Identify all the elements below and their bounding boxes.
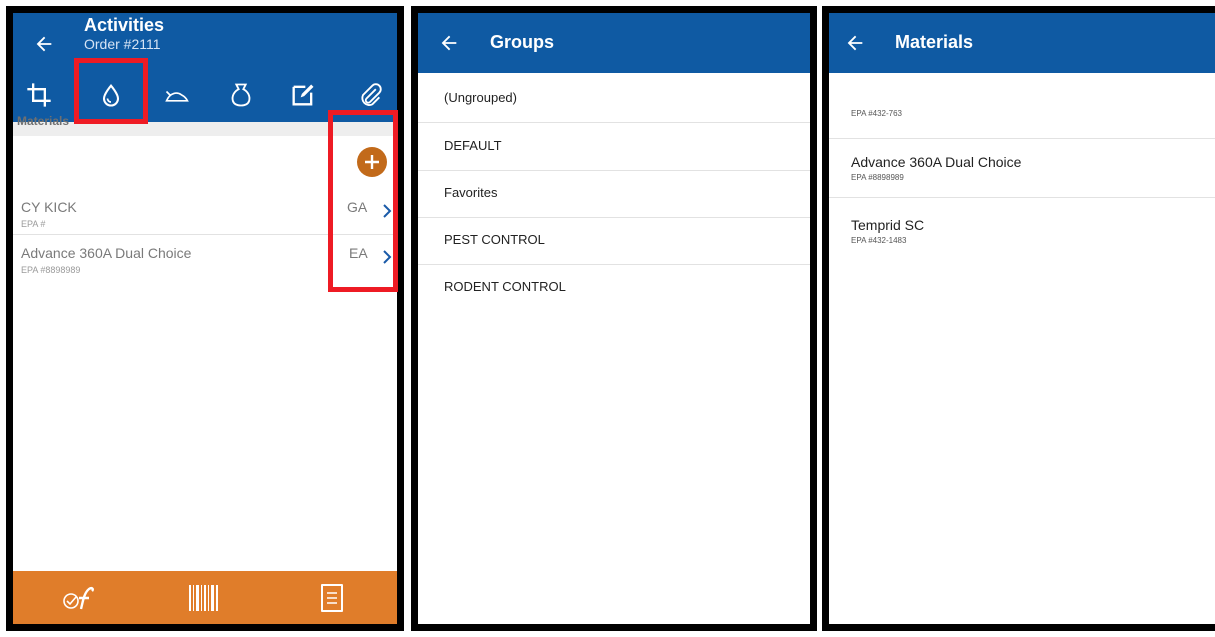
droplet-tab-highlight [74,58,148,124]
groups-screen: Groups (Ungrouped) DEFAULT Favorites PES… [418,13,810,624]
row-divider [829,197,1215,198]
back-arrow-icon[interactable] [438,32,460,54]
document-icon[interactable] [319,583,345,613]
group-item[interactable]: DEFAULT [418,123,810,171]
back-arrow-icon[interactable] [33,33,55,55]
barcode-icon[interactable] [187,583,221,613]
page-title: Materials [895,32,974,52]
material-epa: EPA #432-1483 [851,236,907,245]
back-arrow-icon[interactable] [844,32,866,54]
material-name: CY KICK [21,199,77,215]
group-item[interactable]: RODENT CONTROL [418,264,810,311]
groups-phone: Groups (Ungrouped) DEFAULT Favorites PES… [411,6,817,631]
activities-app-bar: Activities Order #2111 [13,13,397,122]
group-label: RODENT CONTROL [444,279,566,294]
materials-app-bar: Materials [829,13,1215,73]
group-label: Favorites [444,185,498,200]
material-name: Temprid SC [851,217,925,233]
materials-phone: Materials EPA #432-763 Advance 360A Dual… [822,6,1215,631]
order-number: Order #2111 [84,36,161,52]
page-title: Activities [84,15,165,35]
bag-icon[interactable] [227,81,255,109]
section-label: Materials [17,114,70,128]
edit-icon[interactable] [289,81,317,109]
group-label: PEST CONTROL [444,232,545,247]
group-label: DEFAULT [444,138,502,153]
materials-screen: Materials EPA #432-763 Advance 360A Dual… [829,13,1215,624]
group-item[interactable]: (Ungrouped) [418,75,810,123]
material-item[interactable]: Temprid SC EPA #432-1483 [829,217,1215,257]
activities-phone: Activities Order #2111 Materials CY KICK… [6,6,404,631]
group-item[interactable]: PEST CONTROL [418,217,810,265]
material-name: Advance 360A Dual Choice [851,154,1022,170]
bottom-action-bar [13,571,397,624]
material-epa: EPA #8898989 [21,265,81,275]
page-title: Groups [490,32,555,52]
paperclip-icon[interactable] [356,81,384,109]
activities-screen: Activities Order #2111 Materials CY KICK… [13,13,397,624]
group-label: (Ungrouped) [444,90,517,105]
material-epa: EPA #8898989 [851,173,904,182]
material-epa: EPA # [21,219,46,229]
material-name: Advance 360A Dual Choice [21,245,192,261]
group-item[interactable]: Favorites [418,170,810,218]
groups-app-bar: Groups [418,13,810,73]
add-button-highlight [328,110,398,292]
crop-icon[interactable] [25,81,53,109]
material-epa: EPA #432-763 [851,109,903,118]
row-divider [829,138,1215,139]
material-item[interactable]: Advance 360A Dual Choice EPA #8898989 [829,154,1215,198]
signature-icon[interactable] [61,583,97,613]
mouse-icon[interactable] [163,81,191,109]
